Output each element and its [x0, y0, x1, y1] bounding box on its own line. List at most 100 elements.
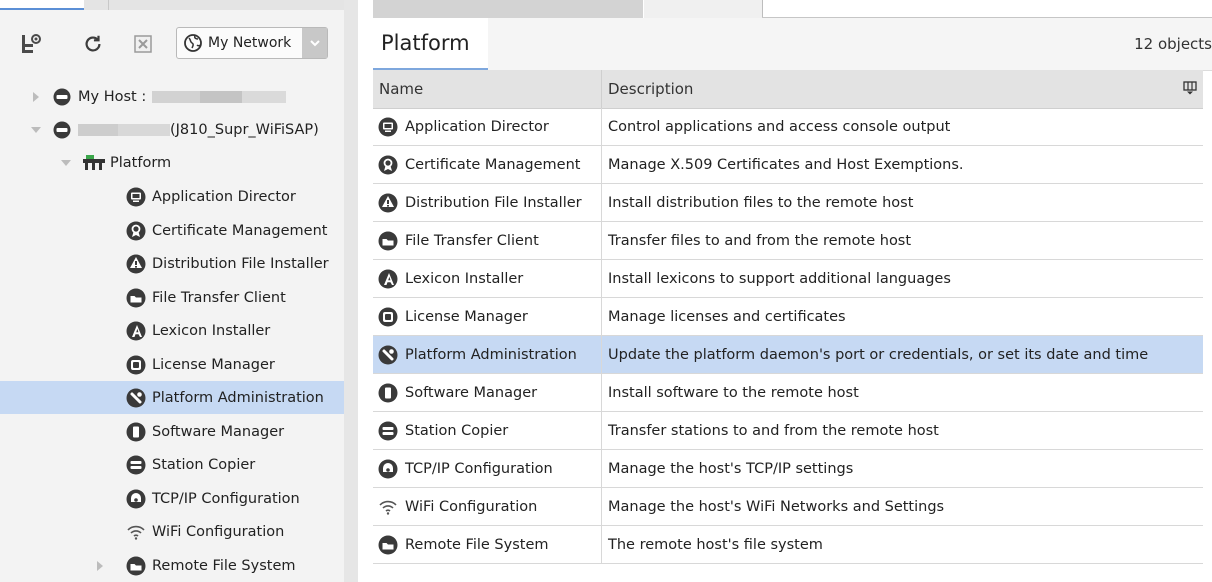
tree-item-label: Software Manager [152, 423, 285, 440]
table-row[interactable]: Station Copier Transfer stations to and … [373, 412, 1203, 450]
platform-icon [82, 153, 106, 173]
table-row[interactable]: Software Manager Install software to the… [373, 374, 1203, 412]
row-name: Platform Administration [405, 346, 577, 363]
network-select[interactable]: My Network [176, 27, 328, 59]
row-name: Software Manager [405, 384, 538, 401]
disconnect-icon[interactable] [130, 31, 156, 57]
tcpip-icon [377, 458, 399, 480]
redacted-text [118, 123, 170, 136]
refresh-icon[interactable] [80, 31, 106, 57]
row-description: Install lexicons to support additional l… [608, 270, 951, 287]
cell-divider [601, 374, 602, 412]
cell-divider [601, 336, 602, 374]
row-description: Manage licenses and certificates [608, 308, 846, 325]
tree-item-label: Remote File System [152, 557, 296, 574]
tree-item-software-manager[interactable]: Software Manager [0, 415, 344, 448]
license-icon [126, 355, 146, 375]
cell-divider [601, 184, 602, 222]
table-row[interactable]: Platform Administration Update the platf… [373, 336, 1203, 374]
lexicon-icon [126, 321, 146, 341]
nav-tab-strip [0, 0, 344, 10]
tree-item-label: My Host : [78, 88, 147, 105]
table-row[interactable]: Remote File System The remote host's fil… [373, 526, 1203, 564]
row-description: Transfer files to and from the remote ho… [608, 232, 912, 249]
table-row[interactable]: License Manager Manage licenses and cert… [373, 298, 1203, 336]
wifi-icon [377, 496, 399, 518]
cell-divider [601, 146, 602, 184]
remote-fs-icon [377, 534, 399, 556]
panel-splitter[interactable] [344, 0, 358, 582]
table-row[interactable]: File Transfer Client Transfer files to a… [373, 222, 1203, 260]
tree-item-file-transfer-client[interactable]: File Transfer Client [0, 281, 344, 314]
tree-item-distribution-file-installer[interactable]: Distribution File Installer [0, 247, 344, 280]
table-row[interactable]: TCP/IP Configuration Manage the host's T… [373, 450, 1203, 488]
row-name: Station Copier [405, 422, 509, 439]
column-header-description[interactable]: Description [608, 80, 693, 98]
redacted-text [152, 90, 201, 103]
tree-item-license-manager[interactable]: License Manager [0, 348, 344, 381]
column-header-name[interactable]: Name [379, 80, 423, 98]
tree-item-device[interactable]: (J810_Supr_WiFiSAP) [0, 113, 344, 146]
row-name: Certificate Management [405, 156, 581, 173]
installer-icon [126, 254, 146, 274]
table-row[interactable]: Application Director Control application… [373, 108, 1203, 146]
tree-item-remote-file-system[interactable]: Remote File System [0, 549, 344, 582]
table-header: Name Description [373, 70, 1203, 109]
tree-item-label: Platform [110, 154, 172, 171]
tree-item-label: Lexicon Installer [152, 322, 271, 339]
tree-item-label: WiFi Configuration [152, 523, 285, 540]
tab-divider [108, 0, 109, 10]
chevron-down-icon[interactable] [302, 28, 327, 58]
host-icon [52, 120, 72, 140]
tree-item-platform-administration[interactable]: Platform Administration [0, 381, 344, 414]
globe-icon [183, 33, 203, 53]
view-title-tab[interactable]: Platform [373, 18, 488, 70]
cell-divider [601, 108, 602, 146]
certificate-icon [377, 154, 399, 176]
column-chooser-icon[interactable] [1183, 81, 1197, 95]
nav-tab[interactable] [0, 0, 84, 10]
content-tab[interactable] [644, 0, 763, 18]
tree-item-application-director[interactable]: Application Director [0, 180, 344, 213]
tree-item-label: TCP/IP Configuration [152, 490, 300, 507]
certificate-icon [126, 221, 146, 241]
tree-item-my-host[interactable]: My Host : [0, 80, 344, 113]
software-icon [377, 382, 399, 404]
expand-arrow-icon[interactable] [30, 91, 42, 103]
row-name: License Manager [405, 308, 528, 325]
software-icon [126, 422, 146, 442]
content-tab[interactable] [373, 0, 643, 18]
row-description: Update the platform daemon's port or cre… [608, 346, 1149, 363]
tree-item-platform[interactable]: Platform [0, 146, 344, 179]
tree-item-label: Application Director [152, 188, 296, 205]
tree-item-certificate-management[interactable]: Certificate Management [0, 214, 344, 247]
tree-item-lexicon-installer[interactable]: Lexicon Installer [0, 314, 344, 347]
collapse-arrow-icon[interactable] [30, 124, 42, 136]
column-divider[interactable] [601, 70, 602, 108]
row-name: WiFi Configuration [405, 498, 538, 515]
content-panel: Platform 12 objects Name Description App… [358, 0, 1212, 582]
cell-divider [601, 488, 602, 526]
tree-item-label: File Transfer Client [152, 289, 286, 306]
redacted-text [78, 123, 118, 136]
table-row[interactable]: Certificate Management Manage X.509 Cert… [373, 146, 1203, 184]
row-description: Manage the host's TCP/IP settings [608, 460, 854, 477]
tree-item-wifi-configuration[interactable]: WiFi Configuration [0, 515, 344, 548]
tree-item-tcpip-configuration[interactable]: TCP/IP Configuration [0, 482, 344, 515]
cell-divider [601, 222, 602, 260]
table-row[interactable]: WiFi Configuration Manage the host's WiF… [373, 488, 1203, 526]
table-row[interactable]: Lexicon Installer Install lexicons to su… [373, 260, 1203, 298]
collapse-arrow-icon[interactable] [60, 157, 72, 169]
cell-divider [601, 260, 602, 298]
tree-item-label: Distribution File Installer [152, 255, 329, 272]
station-copier-icon [126, 455, 146, 475]
tree-item-station-copier[interactable]: Station Copier [0, 448, 344, 481]
connect-host-icon[interactable] [18, 31, 44, 57]
tree-item-label: Certificate Management [152, 222, 328, 239]
expand-arrow-icon[interactable] [94, 560, 106, 572]
view-header: Platform 12 objects [373, 18, 1212, 71]
station-copier-icon [377, 420, 399, 442]
table-row[interactable]: Distribution File Installer Install dist… [373, 184, 1203, 222]
license-icon [377, 306, 399, 328]
monitor-icon [377, 116, 399, 138]
